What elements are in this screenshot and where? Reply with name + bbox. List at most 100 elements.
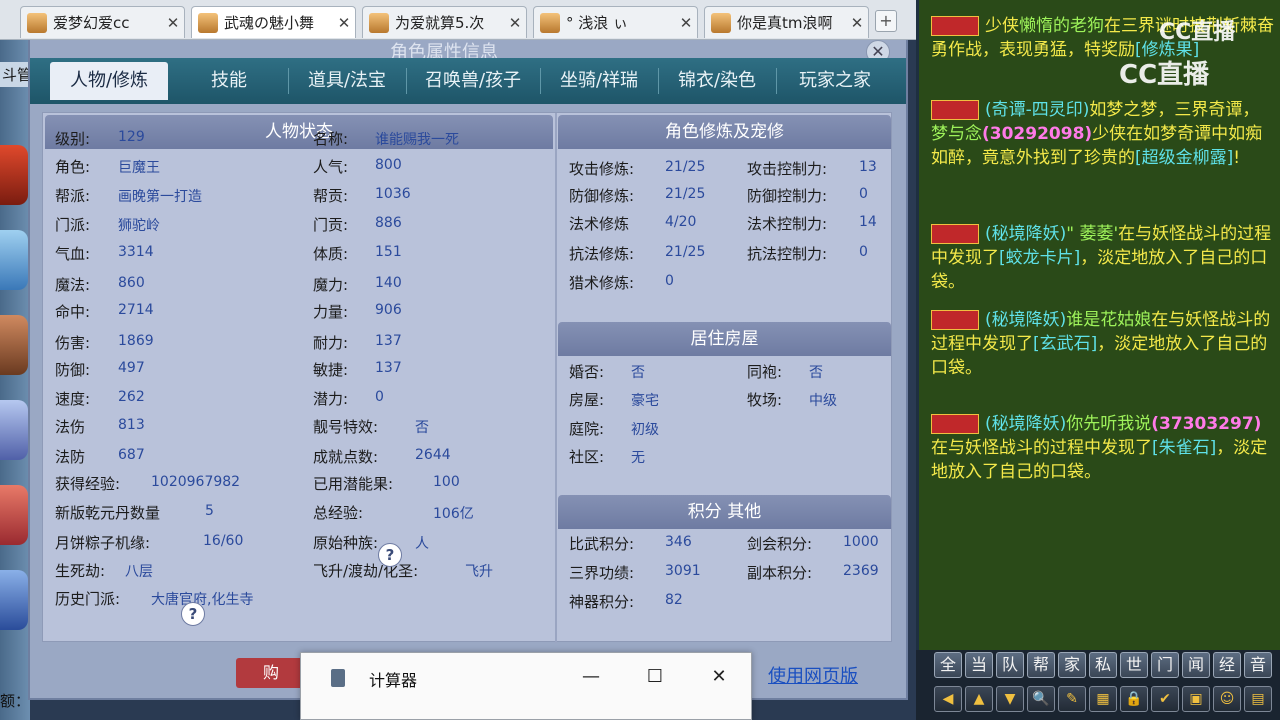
close-icon[interactable]: ✕	[162, 14, 184, 32]
row-value: 346	[665, 534, 692, 550]
row-label: 同袍:	[747, 363, 783, 381]
stat-value: 0	[375, 389, 384, 405]
chat-tool-icon[interactable]: ✔	[1151, 686, 1179, 712]
stat-value: 5	[205, 503, 214, 519]
chat-tool-icon[interactable]: 🔍	[1027, 686, 1055, 712]
stat-label: 伤害:	[55, 334, 91, 352]
chat-channel-button[interactable]: 家	[1058, 652, 1086, 678]
browser-tab-1[interactable]: 爱梦幻爱cc ✕	[20, 6, 185, 38]
browser-tab-4[interactable]: ° 浅浪 ぃ ✕	[533, 6, 698, 38]
portrait-icon[interactable]	[0, 145, 28, 205]
row-value: 13	[859, 159, 877, 175]
minimize-button[interactable]: —	[571, 663, 611, 691]
portrait-icon[interactable]	[0, 570, 28, 630]
game-left-edge	[0, 40, 30, 720]
close-icon[interactable]: ✕	[846, 14, 868, 32]
close-icon[interactable]: ✕	[333, 14, 355, 32]
row-label: 攻击修炼:	[569, 160, 635, 178]
chat-channel-button[interactable]: 音	[1244, 652, 1272, 678]
help-icon[interactable]: ?	[378, 543, 402, 567]
close-icon[interactable]: ✕	[504, 14, 526, 32]
close-icon[interactable]: ✕	[675, 14, 697, 32]
stat-value: 100	[433, 474, 460, 490]
row-value: 中级	[809, 393, 837, 409]
stat-label: 名称:	[313, 130, 349, 148]
stat-value: 2644	[415, 447, 451, 463]
chat-channel-button[interactable]: 经	[1213, 652, 1241, 678]
close-button[interactable]: ✕	[699, 663, 739, 691]
portrait-icon[interactable]	[0, 400, 28, 460]
row-label: 抗法修炼:	[569, 245, 635, 263]
score-section-title: 积分 其他	[558, 495, 891, 529]
stat-label: 防御:	[55, 361, 91, 379]
new-tab-button[interactable]: +	[875, 10, 897, 32]
calculator-title: 计算器	[369, 671, 418, 690]
row-value: 2369	[843, 563, 879, 579]
tab-label: 为爱就算5.次	[395, 14, 485, 32]
chat-tool-icon[interactable]: ☺	[1213, 686, 1241, 712]
stat-value: 狮驼岭	[118, 218, 160, 234]
maximize-button[interactable]: ☐	[635, 663, 675, 691]
stat-value: 497	[118, 360, 145, 376]
stat-label: 级别:	[55, 130, 91, 148]
chat-channel-button[interactable]: 队	[996, 652, 1024, 678]
chat-channel-button[interactable]: 当	[965, 652, 993, 678]
stat-label: 气血:	[55, 245, 91, 263]
browser-tab-3[interactable]: 为爱就算5.次 ✕	[362, 6, 527, 38]
window-tab-bar: 人物/修炼 技能 道具/法宝 召唤兽/孩子 坐骑/祥瑞 锦衣/染色 玩家之家	[30, 58, 906, 104]
stat-value: 137	[375, 333, 402, 349]
chat-channel-button[interactable]: 世	[1120, 652, 1148, 678]
chat-panel[interactable]: 少侠懒惰的老狗在三界谜时披荆斩棘奋勇作战，表现勇猛，特奖励[修炼果] (奇谭-四…	[916, 0, 1280, 650]
chat-channel-button[interactable]: 门	[1151, 652, 1179, 678]
stat-value: 16/60	[203, 533, 244, 549]
stat-value: 106亿	[433, 506, 474, 522]
system-badge-icon	[931, 414, 979, 434]
web-version-link[interactable]: 使用网页版	[768, 662, 858, 688]
chat-message: (秘境降妖)" 萎萎'在与妖怪战斗的过程中发现了[蛟龙卡片]，淡定地放入了自己的…	[931, 224, 1272, 292]
row-label: 牧场:	[747, 391, 783, 409]
stat-label: 角色:	[55, 158, 91, 176]
chat-tool-icon[interactable]: ▲	[965, 686, 993, 712]
browser-tab-2[interactable]: 武魂の魅小舞 ✕	[191, 6, 356, 38]
stat-value: 129	[118, 129, 145, 145]
row-label: 猎术修炼:	[569, 274, 635, 292]
stat-value: 151	[375, 244, 402, 260]
stat-value: 800	[375, 157, 402, 173]
chat-channel-button[interactable]: 帮	[1027, 652, 1055, 678]
chat-channel-button[interactable]: 私	[1089, 652, 1117, 678]
portrait-icon[interactable]	[0, 485, 28, 545]
buy-button[interactable]: 购	[236, 658, 306, 688]
tab-skills[interactable]: 技能	[170, 62, 288, 100]
chat-tool-icon[interactable]: ◀	[934, 686, 962, 712]
calculator-icon	[331, 669, 345, 687]
portrait-icon[interactable]	[0, 315, 28, 375]
stat-value: 1036	[375, 186, 411, 202]
tab-pets[interactable]: 召唤兽/孩子	[406, 62, 540, 100]
chat-tool-icon[interactable]: 🔒	[1120, 686, 1148, 712]
row-label: 剑会积分:	[747, 535, 813, 553]
tab-outfit[interactable]: 锦衣/染色	[658, 62, 776, 100]
stat-label: 帮贡:	[313, 187, 349, 205]
row-value: 豪宅	[631, 393, 659, 409]
chat-tool-icon[interactable]: ▤	[1244, 686, 1272, 712]
tab-character[interactable]: 人物/修炼	[50, 62, 168, 100]
tab-mounts[interactable]: 坐骑/祥瑞	[540, 62, 658, 100]
browser-tab-5[interactable]: 你是真tm浪啊 ✕	[704, 6, 869, 38]
tab-items[interactable]: 道具/法宝	[288, 62, 406, 100]
house-section-title: 居住房屋	[558, 322, 891, 356]
chat-tool-icon[interactable]: ▼	[996, 686, 1024, 712]
help-icon[interactable]: ?	[181, 602, 205, 626]
chat-tool-icon[interactable]: ▦	[1089, 686, 1117, 712]
calculator-window[interactable]: 计算器 — ☐ ✕	[300, 652, 752, 720]
avatar-icon	[27, 12, 47, 33]
chat-channel-button[interactable]: 全	[934, 652, 962, 678]
chat-tool-icon[interactable]: ✎	[1058, 686, 1086, 712]
stat-value: 3314	[118, 244, 154, 260]
character-info-window: 角色属性信息 ✕ 人物/修炼 技能 道具/法宝 召唤兽/孩子 坐骑/祥瑞 锦衣/…	[28, 40, 908, 700]
tab-player-home[interactable]: 玩家之家	[776, 62, 894, 100]
system-badge-icon	[931, 16, 979, 36]
stat-value: 人	[415, 536, 429, 552]
portrait-icon[interactable]	[0, 230, 28, 290]
chat-tool-icon[interactable]: ▣	[1182, 686, 1210, 712]
chat-channel-button[interactable]: 闻	[1182, 652, 1210, 678]
